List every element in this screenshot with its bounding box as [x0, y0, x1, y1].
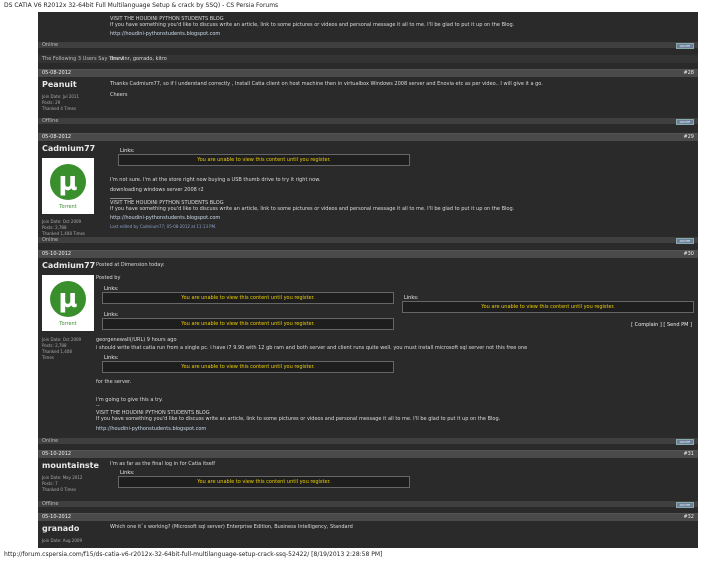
quote-button[interactable]: QUOTE: [676, 238, 694, 244]
forum-thread: VISIT THE HOUDINI PYTHON STUDENTS BLOG I…: [38, 12, 698, 548]
edit-note: Last edited by Cadmium77; 05-08-2012 at …: [110, 224, 217, 229]
post-number[interactable]: #31: [683, 451, 694, 458]
post-date: 05-10-2012: [42, 251, 72, 257]
signature-link[interactable]: http://houdini-pythonstudents.blogspot.c…: [96, 426, 206, 432]
username[interactable]: granado: [42, 524, 79, 533]
signature-text: If you have something you'd like to disc…: [110, 22, 515, 28]
signature-link[interactable]: http://houdini-pythonstudents.blogspot.c…: [110, 31, 220, 37]
username[interactable]: Peanuit: [42, 80, 77, 89]
quote-button[interactable]: QUOTE: [676, 43, 694, 49]
post-message-2: for the server.: [96, 379, 132, 385]
user-join-date: Join Date: Aug 2009: [42, 538, 82, 543]
post-header: 05-10-2012 #31: [38, 450, 698, 458]
post-date: 05-10-2012: [42, 451, 72, 457]
posted-at: Posted at Dimension today:: [96, 262, 165, 268]
post-message-3: I'm going to give this a try.: [96, 397, 163, 403]
user-thanked-suffix: Times: [42, 355, 54, 360]
post-message: Which one it`s working? (Microsoft sql s…: [110, 524, 353, 530]
avatar-caption: Torrent: [59, 321, 77, 327]
quote-button[interactable]: QUOTE: [676, 439, 694, 445]
post-header: 05-10-2012 #30: [38, 250, 698, 258]
post-message-2: downloading windows server 2008 r2: [110, 187, 204, 193]
post-footer-bar: Offline QUOTE: [38, 118, 698, 125]
restricted-content[interactable]: You are unable to view this content unti…: [118, 154, 410, 166]
user-thanked: Thanked 4 Times: [42, 106, 77, 111]
status-offline: Offline: [42, 118, 59, 124]
post-footer-bar: Online QUOTE: [38, 237, 698, 244]
status-online: Online: [42, 438, 59, 444]
user-avatar: µ Torrent: [42, 275, 94, 331]
post-message-2: Cheers: [110, 92, 128, 98]
quote-button[interactable]: QUOTE: [676, 502, 694, 508]
post-footer-bar: Offline QUOTE: [38, 501, 698, 508]
post-message: i should write that catia run from a sin…: [96, 345, 528, 351]
post-message-4: --: [96, 403, 100, 409]
thanks-names[interactable]: dmrvlnr, gorrado, kitro: [110, 56, 167, 62]
restricted-content[interactable]: You are unable to view this content unti…: [102, 292, 394, 304]
quoted-user-line: georgenewall(/URL) 9 hours ago: [96, 337, 177, 343]
post-header: 05-08-2012 #29: [38, 133, 698, 141]
torrent-logo-icon: µ: [50, 281, 86, 317]
status-offline: Offline: [42, 501, 59, 507]
signature-text: If you have something you'd like to disc…: [110, 206, 515, 212]
quote-button[interactable]: QUOTE: [676, 119, 694, 125]
footer-url: http://forum.cspersia.com/f15/ds-catia-v…: [4, 551, 383, 558]
post-date: 05-08-2012: [42, 70, 72, 76]
posted-by: Posted by: [96, 275, 121, 281]
post-number[interactable]: #30: [683, 251, 694, 258]
signature-link[interactable]: http://houdini-pythonstudents.blogspot.c…: [110, 215, 220, 221]
complain-send-pm-links[interactable]: [ Complain ] [ Send PM ]: [631, 322, 692, 328]
restricted-content[interactable]: You are unable to view this content unti…: [118, 476, 410, 488]
username[interactable]: Cadmium77: [42, 261, 95, 270]
post-footer-bar: Online QUOTE: [38, 438, 698, 445]
post-message: I'm as far as the final log in for Catia…: [110, 461, 216, 467]
status-online: Online: [42, 42, 59, 48]
post-number[interactable]: #32: [683, 514, 694, 521]
post-date: 05-10-2012: [42, 514, 72, 520]
restricted-content[interactable]: You are unable to view this content unti…: [102, 361, 394, 373]
post-message: Thanks Cadmium77, so if I understand cor…: [110, 81, 543, 87]
status-online: Online: [42, 237, 59, 243]
restricted-content[interactable]: You are unable to view this content unti…: [402, 301, 694, 313]
user-avatar: µ Torrent: [42, 158, 94, 214]
signature-divider: [110, 198, 132, 199]
restricted-content[interactable]: You are unable to view this content unti…: [102, 318, 394, 330]
page-title: DS CATIA V6 R2012x 32-64bit Full Multila…: [4, 2, 279, 9]
username[interactable]: Cadmium77: [42, 144, 95, 153]
post-message: I'm not sure. I'm at the store right now…: [110, 177, 321, 183]
thanks-bar: The Following 3 Users Say Thank dmrvlnr,…: [38, 55, 698, 63]
avatar-caption: Torrent: [59, 204, 77, 210]
post-header: 05-08-2012 #28: [38, 69, 698, 77]
user-thanked: Thanked 0 Times: [42, 487, 77, 492]
post-header: 05-10-2012 #32: [38, 513, 698, 521]
torrent-logo-icon: µ: [50, 164, 86, 200]
post-number[interactable]: #28: [683, 70, 694, 77]
post-number[interactable]: #29: [683, 134, 694, 141]
signature-text: If you have something you'd like to disc…: [96, 416, 501, 422]
username[interactable]: mountainste: [42, 461, 99, 470]
post-date: 05-08-2012: [42, 134, 72, 140]
post-footer-bar: Online QUOTE: [38, 42, 698, 49]
